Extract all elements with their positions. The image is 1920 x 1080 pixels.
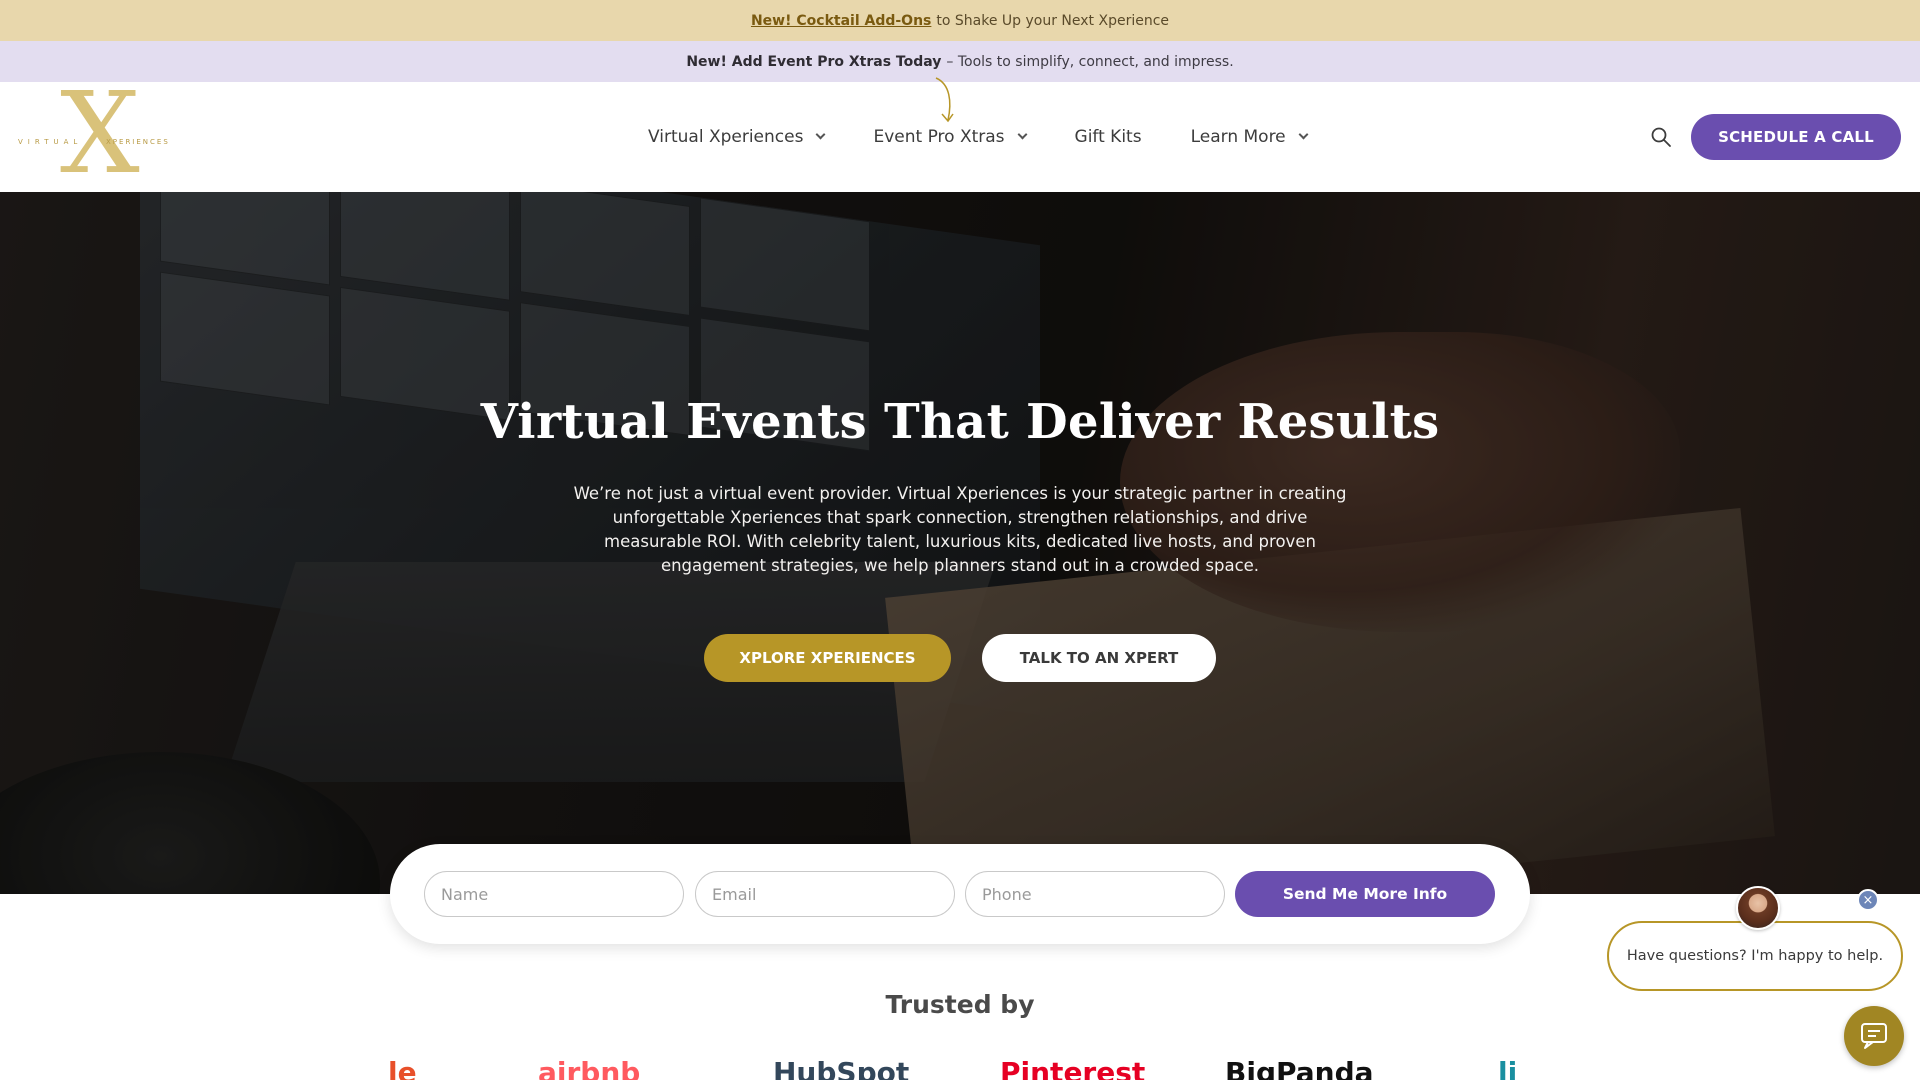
main-nav: Virtual Xperiences Event Pro Xtras Gift … bbox=[648, 82, 1356, 192]
logo-word-virtual: VIRTUAL bbox=[18, 138, 83, 146]
hero-description: We’re not just a virtual event provider.… bbox=[573, 484, 1347, 575]
promo-second-text: – Tools to simplify, connect, and impres… bbox=[946, 53, 1234, 70]
promo-bar-cocktail: New! Cocktail Add-Ons to Shake Up your N… bbox=[0, 0, 1920, 41]
client-logo-bigpanda: BigPanda bbox=[1225, 1056, 1374, 1080]
chevron-down-icon bbox=[816, 129, 826, 140]
client-logo-strip: le airbnb HubSpot Pinterest BigPanda li bbox=[380, 1052, 1560, 1080]
chat-close-button[interactable]: × bbox=[1857, 889, 1879, 911]
send-more-info-button[interactable]: Send Me More Info bbox=[1235, 871, 1495, 917]
email-input[interactable] bbox=[695, 871, 955, 917]
promo-second-bold[interactable]: New! Add Event Pro Xtras Today bbox=[686, 54, 941, 70]
nav-label: Gift Kits bbox=[1074, 127, 1142, 147]
nav-label: Learn More bbox=[1190, 127, 1286, 147]
chat-launcher-button[interactable] bbox=[1844, 1006, 1904, 1066]
name-input[interactable] bbox=[424, 871, 684, 917]
schedule-call-button[interactable]: SCHEDULE A CALL bbox=[1691, 114, 1901, 160]
chevron-down-icon bbox=[1298, 129, 1309, 140]
client-logo-airbnb: airbnb bbox=[538, 1056, 641, 1080]
logo-word-xperiences: XPERIENCES bbox=[106, 138, 170, 146]
hero-title: Virtual Events That Deliver Results bbox=[480, 394, 1440, 450]
nav-gift-kits[interactable]: Gift Kits bbox=[1075, 127, 1142, 147]
chat-bubble-icon bbox=[1861, 1023, 1887, 1049]
trusted-by-heading: Trusted by bbox=[885, 990, 1035, 1019]
logo-x-mark: X bbox=[60, 69, 140, 199]
promo-bar-event-pro: New! Add Event Pro Xtras Today – Tools t… bbox=[0, 41, 1920, 82]
nav-event-pro-xtras[interactable]: Event Pro Xtras bbox=[873, 127, 1027, 147]
nav-label: Virtual Xperiences bbox=[648, 127, 804, 147]
client-logo-partial-right: li bbox=[1498, 1056, 1518, 1080]
lead-form: Send Me More Info bbox=[390, 844, 1530, 944]
client-logo-pinterest: Pinterest bbox=[1000, 1056, 1146, 1080]
phone-input[interactable] bbox=[965, 871, 1225, 917]
hero-section: Virtual Events That Deliver Results We’r… bbox=[0, 192, 1920, 894]
chat-greeting-bubble[interactable]: Have questions? I'm happy to help. bbox=[1607, 921, 1903, 991]
client-logo-partial: le bbox=[388, 1056, 417, 1080]
chat-agent-avatar bbox=[1736, 886, 1780, 930]
nav-label: Event Pro Xtras bbox=[873, 127, 1005, 147]
xplore-xperiences-button[interactable]: XPLORE XPERIENCES bbox=[704, 634, 951, 682]
search-icon[interactable] bbox=[1650, 126, 1672, 148]
cocktail-addons-link[interactable]: New! Cocktail Add-Ons bbox=[751, 13, 931, 29]
client-logo-hubspot: HubSpot bbox=[773, 1056, 910, 1080]
chevron-down-icon bbox=[1017, 129, 1027, 140]
virtual-xperiences-logo[interactable]: X VIRTUAL XPERIENCES bbox=[18, 78, 170, 190]
nav-learn-more[interactable]: Learn More bbox=[1190, 127, 1309, 147]
talk-to-xpert-button[interactable]: TALK TO AN XPERT bbox=[982, 634, 1216, 682]
site-header: X VIRTUAL XPERIENCES Virtual Xperiences … bbox=[0, 77, 1920, 192]
chat-greeting-text: Have questions? I'm happy to help. bbox=[1626, 948, 1884, 964]
nav-virtual-xperiences[interactable]: Virtual Xperiences bbox=[648, 127, 826, 147]
promo-top-text: to Shake Up your Next Xperience bbox=[936, 12, 1170, 29]
